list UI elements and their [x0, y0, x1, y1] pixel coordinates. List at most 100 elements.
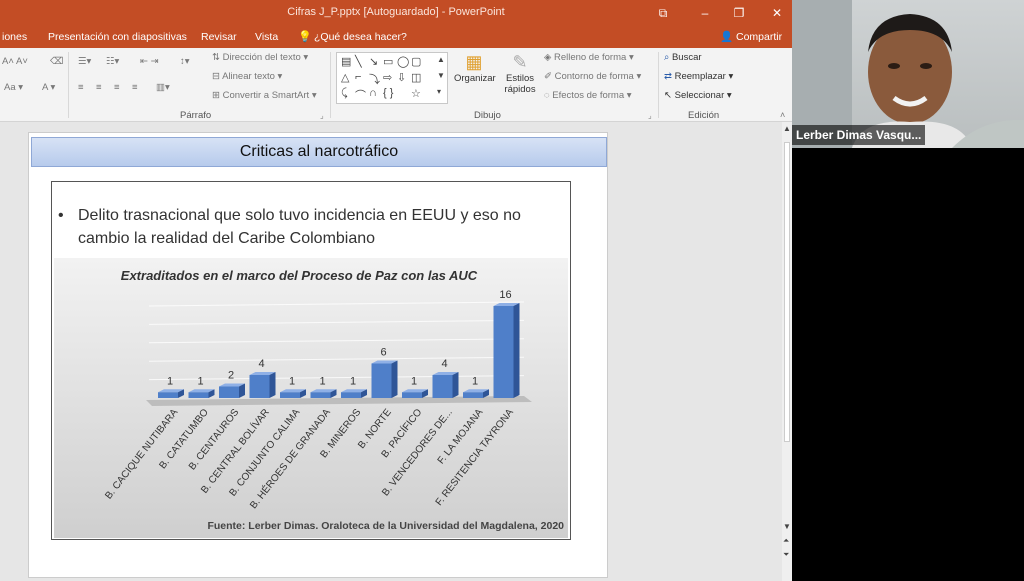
- replace-label: Reemplazar: [674, 71, 726, 82]
- paragraph-launcher-icon[interactable]: ⌟: [320, 111, 324, 120]
- participant-name: Lerber Dimas Vasqu...: [792, 125, 926, 145]
- quick-styles-button[interactable]: ✎ Estilos rápidos: [500, 52, 540, 95]
- line-spacing-icon[interactable]: ↕▾: [180, 56, 190, 67]
- align-left-icon[interactable]: ≡: [78, 82, 84, 93]
- align-text-icon: ⊟: [212, 71, 220, 82]
- scroll-down-icon[interactable]: ▼: [783, 522, 791, 531]
- scroll-thumb[interactable]: [784, 142, 790, 442]
- textbox-shape-icon[interactable]: ▤: [341, 55, 351, 68]
- rounded-rect-shape-icon[interactable]: ▢: [411, 55, 421, 68]
- minimize-button[interactable]: –: [690, 2, 720, 24]
- scroll-up-icon[interactable]: ▲: [783, 124, 791, 133]
- chart-bar: [463, 392, 483, 398]
- slide[interactable]: Criticas al narcotráfico • Delito trasna…: [28, 132, 608, 578]
- ribbon: A˄ A˅ ⌫ Aa ▾ A ▾ ☰▾ ☷▾ ⇤ ⇥ ↕▾ ≡ ≡ ≡ ≡ ▥▾…: [0, 48, 792, 122]
- chart-source: Fuente: Lerber Dimas. Oraloteca de la Un…: [207, 520, 564, 532]
- slide-editing-area: Criticas al narcotráfico • Delito trasna…: [0, 122, 782, 581]
- right-arrow-shape-icon[interactable]: ⇨: [383, 71, 392, 84]
- tab-animaciones[interactable]: iones: [2, 31, 27, 43]
- bullet-item: • Delito trasnacional que solo tuvo inci…: [58, 204, 558, 250]
- arrange-label: Organizar: [454, 73, 496, 84]
- numbering-icon[interactable]: ☷▾: [106, 56, 119, 67]
- share-button[interactable]: 👤 Compartir: [720, 30, 782, 43]
- down-arrow-shape-icon[interactable]: ⇩: [397, 71, 406, 84]
- smartart-button[interactable]: ⊞ Convertir a SmartArt ▾: [212, 90, 317, 101]
- tab-presentacion[interactable]: Presentación con diapositivas: [48, 31, 187, 43]
- collapse-ribbon-icon[interactable]: ˄: [780, 110, 785, 120]
- shape-outline-label: Contorno de forma: [554, 71, 634, 82]
- change-case-button[interactable]: Aa ▾: [4, 82, 23, 93]
- previous-slide-icon[interactable]: ⏶: [783, 536, 789, 546]
- arc-shape-icon[interactable]: ∩: [369, 87, 377, 99]
- next-slide-icon[interactable]: ⏷: [783, 550, 789, 560]
- columns-icon[interactable]: ▥▾: [156, 82, 170, 93]
- align-text-button[interactable]: ⊟ Alinear texto ▾: [212, 71, 282, 82]
- search-icon: ⌕: [664, 52, 670, 63]
- indent-icons[interactable]: ⇤ ⇥: [140, 56, 159, 67]
- text-direction-button[interactable]: ⇅ Dirección del texto ▾: [212, 52, 308, 63]
- replace-icon: ⇄: [664, 71, 672, 82]
- tab-vista[interactable]: Vista: [255, 31, 278, 43]
- find-button[interactable]: ⌕ Buscar: [664, 52, 702, 63]
- video-tile[interactable]: Lerber Dimas Vasqu...: [792, 0, 1024, 148]
- shape-fill-label: Relleno de forma: [553, 52, 627, 63]
- elbow-connector-icon[interactable]: ⌐: [355, 71, 361, 83]
- text-direction-icon: ⇅: [212, 52, 220, 63]
- bullets-icon[interactable]: ☰▾: [78, 56, 91, 67]
- arrow-line-shape-icon[interactable]: ↘: [369, 55, 378, 68]
- triangle-shape-icon[interactable]: △: [341, 71, 349, 84]
- chart-data-label: 4: [441, 358, 447, 370]
- quick-styles-label-1: Estilos: [506, 73, 534, 84]
- shape-fill-button[interactable]: ◈ Relleno de forma ▾: [544, 52, 634, 63]
- replace-button[interactable]: ⇄ Reemplazar ▾: [664, 71, 733, 82]
- smartart-label: Convertir a SmartArt: [222, 90, 310, 101]
- shape-outline-button[interactable]: ✐ Contorno de forma ▾: [544, 71, 641, 82]
- quick-styles-label-2: rápidos: [504, 84, 536, 95]
- content-placeholder[interactable]: • Delito trasnacional que solo tuvo inci…: [51, 181, 571, 540]
- oval-shape-icon[interactable]: ◯: [397, 55, 409, 68]
- chart-data-label: 1: [472, 375, 478, 387]
- chart-image[interactable]: Extraditados en el marco del Proceso de …: [54, 258, 568, 538]
- close-button[interactable]: ✕: [762, 2, 792, 24]
- select-button[interactable]: ↖ Seleccionar ▾: [664, 90, 732, 101]
- gallery-up-icon[interactable]: ▲: [437, 55, 445, 64]
- chart-gridline: [148, 301, 525, 307]
- chart-data-label: 1: [289, 375, 295, 387]
- chart-gridline: [148, 375, 525, 381]
- connector-shape-icon[interactable]: ⤵: [369, 71, 380, 87]
- drawing-launcher-icon[interactable]: ⌟: [648, 111, 652, 120]
- font-color-button[interactable]: A ▾: [42, 82, 55, 93]
- tab-revisar[interactable]: Revisar: [201, 31, 237, 43]
- chart-bar: [341, 392, 361, 398]
- chart-title: Extraditados en el marco del Proceso de …: [121, 268, 478, 283]
- ribbon-tabs: iones Presentación con diapositivas Revi…: [0, 26, 792, 48]
- gallery-more-icon[interactable]: ▾: [437, 87, 441, 96]
- arrange-button[interactable]: ▦ Organizar: [454, 52, 496, 84]
- chart-gridline: [148, 356, 525, 362]
- curve-shape-icon[interactable]: ⌒: [355, 87, 366, 103]
- arrange-icon: ▦: [465, 52, 483, 72]
- clear-format-icon[interactable]: ⌫: [50, 56, 63, 67]
- font-size-buttons[interactable]: A˄ A˅: [2, 56, 28, 67]
- freeform-shape-icon[interactable]: ⤹: [341, 87, 348, 100]
- tell-me-search[interactable]: ¿Qué desea hacer?: [314, 31, 407, 43]
- gallery-down-icon[interactable]: ▼: [437, 71, 445, 80]
- justify-icon[interactable]: ≡: [132, 82, 138, 93]
- maximize-button[interactable]: ❐: [724, 2, 754, 24]
- callout-shape-icon[interactable]: ◫: [411, 71, 421, 84]
- chart-data-label: 16: [499, 289, 511, 301]
- shape-effects-button[interactable]: ◌ Efectos de forma ▾: [544, 90, 632, 101]
- vertical-scrollbar[interactable]: ▲ ▼ ⏶ ⏷: [782, 122, 792, 581]
- brace-shape-icon[interactable]: { }: [383, 87, 393, 99]
- ribbon-display-options-icon[interactable]: ⧉: [648, 2, 678, 24]
- align-center-icon[interactable]: ≡: [96, 82, 102, 93]
- slide-title[interactable]: Criticas al narcotráfico: [31, 137, 607, 167]
- star-shape-icon[interactable]: ☆: [411, 87, 421, 100]
- line-shape-icon[interactable]: ╲: [355, 55, 362, 68]
- shapes-gallery[interactable]: ▤ ╲ ↘ ▭ ◯ ▢ △ ⌐ ⤵ ⇨ ⇩ ◫ ⤹ ⌒ ∩ { } ☆ ▲ ▼ …: [336, 52, 448, 104]
- cursor-icon: ↖: [664, 90, 672, 101]
- align-right-icon[interactable]: ≡: [114, 82, 120, 93]
- rectangle-shape-icon[interactable]: ▭: [383, 55, 393, 68]
- chart-data-label: 1: [350, 375, 356, 387]
- chart-data-label: 1: [197, 375, 203, 387]
